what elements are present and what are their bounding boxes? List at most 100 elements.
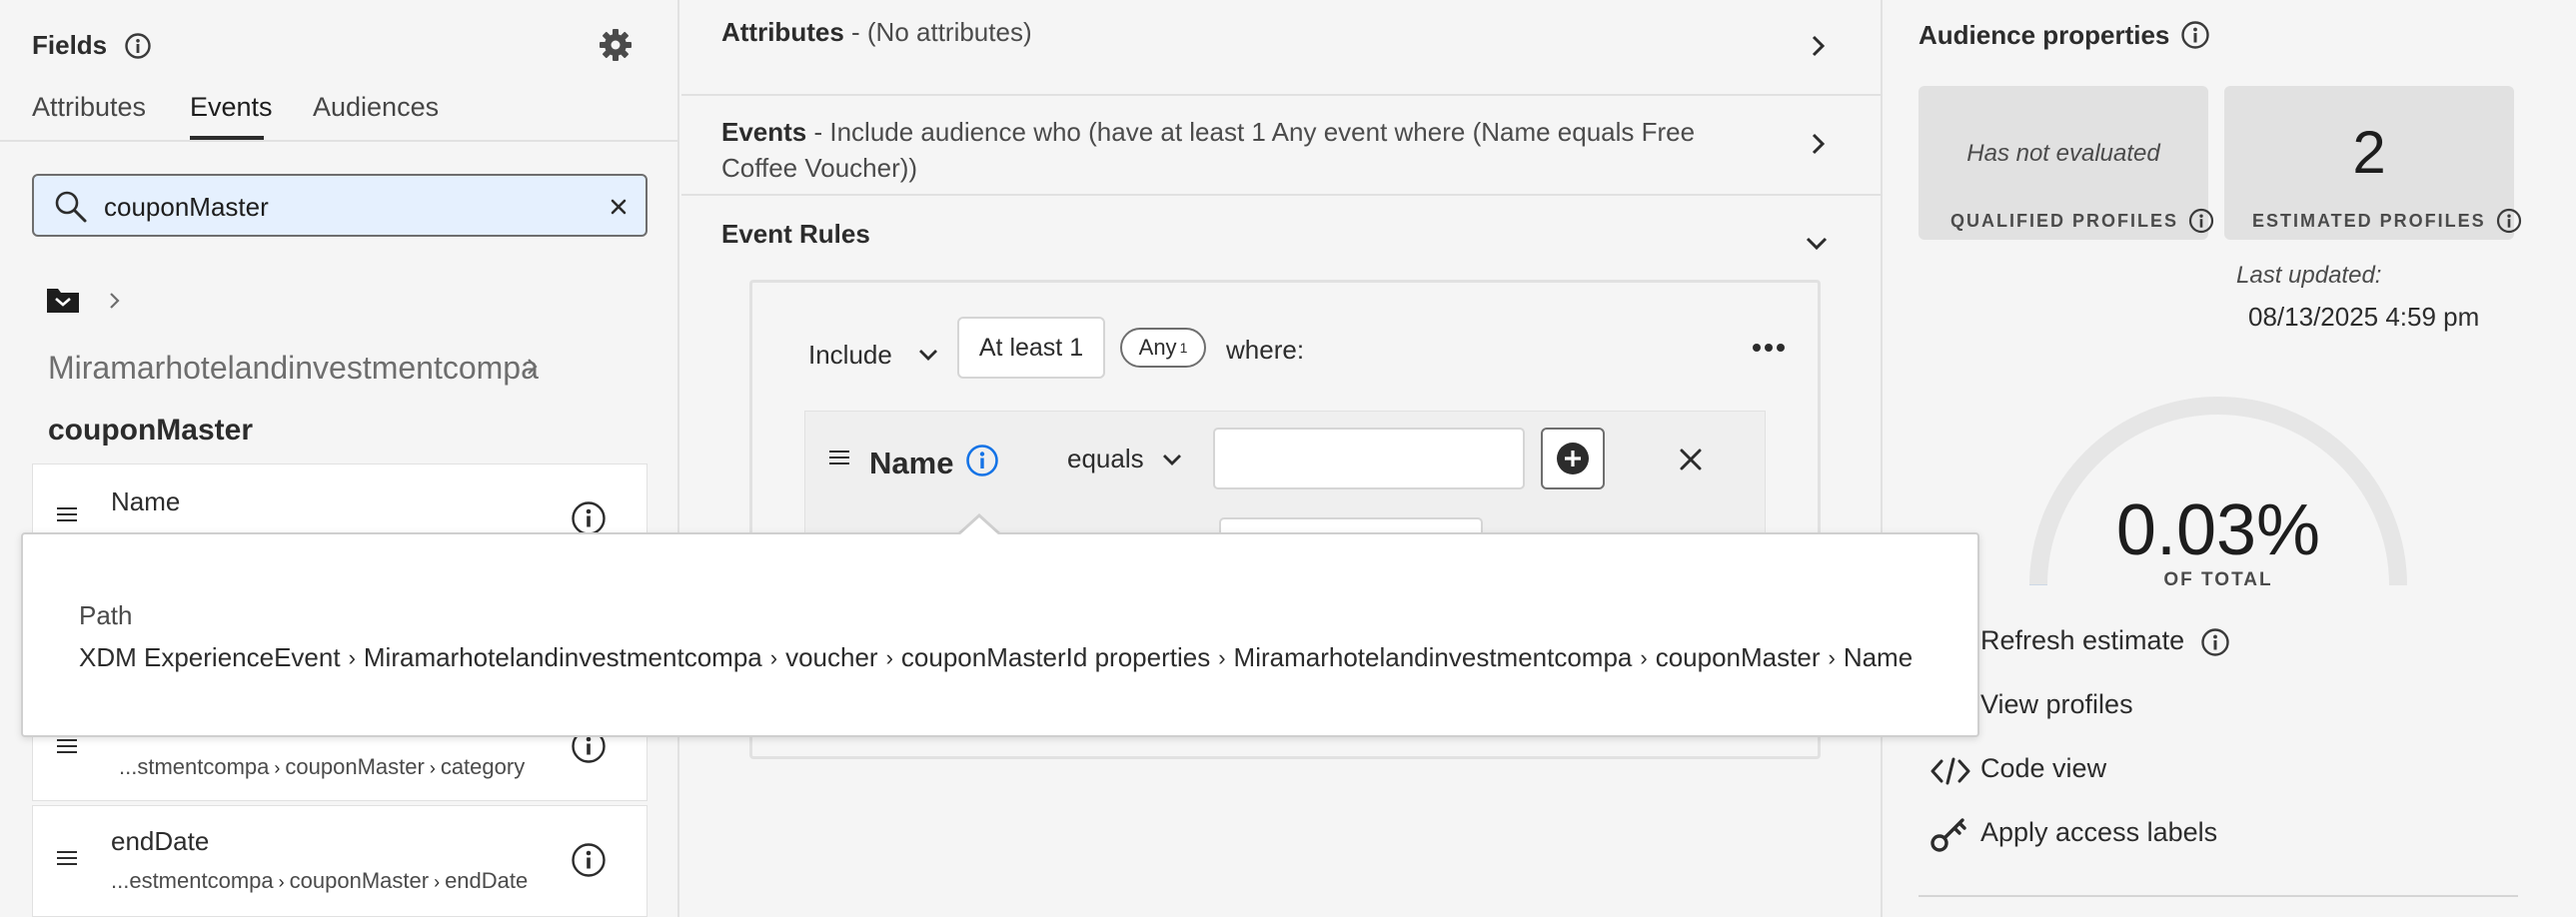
panel-title: Audience properties	[1919, 20, 2170, 50]
estimated-profiles-card: 2 ESTIMATED PROFILES	[2224, 86, 2521, 240]
list-item[interactable]: endDate ...estmentcompa › couponMaster › end…	[32, 805, 647, 917]
breadcrumb-item: voucher	[785, 642, 878, 672]
last-updated-label: Last updated:	[2236, 262, 2382, 289]
condition-field-name: Name	[869, 446, 954, 480]
count-button[interactable]: At least 1	[957, 317, 1105, 379]
tooltip-arrow-inner	[959, 517, 999, 535]
condition-value-input[interactable]	[1213, 428, 1525, 489]
active-tab-indicator	[190, 136, 264, 140]
action-label: Apply access labels	[1980, 817, 2218, 847]
action-label: View profiles	[1980, 689, 2133, 719]
info-icon[interactable]	[571, 842, 607, 878]
where-label: where:	[1226, 335, 1305, 365]
more-options-icon[interactable]	[1752, 343, 1786, 353]
tab-events[interactable]: Events	[190, 92, 273, 123]
chevron-right-icon: ›	[769, 644, 778, 670]
code-view-link[interactable]: Code view	[1885, 749, 2484, 793]
last-updated-value: 08/13/2025 4:59 pm	[2248, 302, 2480, 332]
events-summary: Events - Include audience who (have at l…	[721, 117, 1696, 183]
plus-circle-icon	[1556, 442, 1590, 475]
chevron-right-icon	[526, 358, 540, 376]
info-icon[interactable]	[965, 444, 999, 477]
chevron-down-icon	[1162, 453, 1182, 466]
include-label: Include	[808, 339, 892, 370]
chevron-right-icon	[108, 292, 122, 310]
add-value-button[interactable]	[1541, 428, 1605, 489]
tab-attributes[interactable]: Attributes	[32, 92, 146, 123]
gauge-percent: 0.03%	[2115, 490, 2321, 570]
field-name: endDate	[111, 826, 210, 856]
chevron-right-icon: ›	[1218, 644, 1226, 670]
chevron-right-icon: ›	[348, 644, 356, 670]
chevron-down-icon	[918, 348, 938, 362]
breadcrumb-item: Miramarhotelandinvestmentcompa	[363, 642, 762, 672]
gear-icon[interactable]	[598, 27, 634, 63]
chevron-right-icon[interactable]	[1811, 34, 1827, 58]
breadcrumb-item: Miramarhotelandinvestmentcompa	[1233, 642, 1633, 672]
operator-dropdown[interactable]: equals	[1067, 444, 1182, 474]
field-name: Name	[111, 486, 181, 516]
drag-handle-icon[interactable]	[57, 506, 77, 522]
operator-label: equals	[1067, 444, 1144, 473]
path-tooltip: Path XDM ExperienceEvent › Miramarhotela…	[21, 532, 1979, 737]
tabs-divider	[0, 140, 679, 142]
qualified-label: QUALIFIED PROFILES	[1950, 210, 2179, 231]
gauge-sub-label: OF TOTAL	[2163, 569, 2273, 590]
include-dropdown[interactable]: Include	[808, 335, 938, 375]
drag-handle-icon[interactable]	[57, 738, 77, 754]
attributes-summary: Attributes - (No attributes)	[721, 17, 1032, 47]
folder-icon[interactable]	[46, 286, 80, 314]
chevron-right-icon: ›	[1828, 644, 1836, 670]
fields-title: Fields	[32, 30, 108, 60]
info-icon[interactable]	[2188, 208, 2214, 234]
chevron-right-icon: ›	[1640, 644, 1648, 670]
field-path: ...estmentcompa › couponMaster › endDate	[111, 868, 529, 893]
chevron-down-icon[interactable]	[1805, 236, 1829, 252]
close-icon[interactable]	[1679, 448, 1703, 471]
search-field[interactable]: couponMaster	[32, 174, 647, 237]
action-label: Refresh estimate	[1980, 625, 2185, 655]
apply-access-labels-link[interactable]: Apply access labels	[1885, 813, 2484, 857]
drag-handle-icon[interactable]	[829, 450, 849, 465]
event-rules-title[interactable]: Event Rules	[721, 216, 870, 252]
chevron-right-icon: ›	[885, 644, 893, 670]
info-icon[interactable]	[124, 32, 152, 60]
list-item[interactable]: Name	[32, 463, 647, 537]
attributes-section[interactable]: Attributes - (No attributes)	[681, 0, 1883, 96]
info-icon[interactable]	[2496, 208, 2522, 234]
estimated-value: 2	[2352, 119, 2386, 186]
tooltip-label: Path	[79, 600, 133, 630]
any-event-badge[interactable]: Any 1	[1120, 328, 1206, 368]
action-label: Code view	[1980, 753, 2107, 783]
info-icon[interactable]	[2200, 627, 2230, 657]
clear-search-icon[interactable]	[610, 198, 628, 216]
info-icon[interactable]	[571, 500, 607, 536]
info-icon[interactable]	[2180, 20, 2210, 50]
audience-properties-panel: Audience properties Has not evaluated QU…	[1885, 0, 2576, 917]
drag-handle-icon[interactable]	[57, 850, 77, 866]
tooltip-breadcrumb: XDM ExperienceEvent › Miramarhotelandinv…	[79, 642, 1913, 673]
qualified-value: Has not evaluated	[1966, 140, 2160, 167]
breadcrumb-item: couponMasterId properties	[900, 642, 1211, 672]
estimated-label-row: ESTIMATED PROFILES	[2252, 208, 2522, 234]
search-input[interactable]: couponMaster	[104, 192, 269, 223]
breadcrumb-item: XDM ExperienceEvent	[79, 642, 341, 672]
estimated-label: ESTIMATED PROFILES	[2252, 210, 2486, 231]
key-icon	[1931, 817, 1968, 853]
tab-audiences[interactable]: Audiences	[313, 92, 439, 123]
breadcrumb-item: couponMaster	[1655, 642, 1821, 672]
search-icon	[54, 190, 88, 224]
events-section[interactable]: Events - Include audience who (have at l…	[681, 96, 1883, 196]
schema-title: couponMaster	[48, 414, 254, 447]
code-icon	[1931, 757, 1970, 785]
condition-row: Name equals	[804, 411, 1766, 557]
bottom-divider	[1919, 895, 2518, 897]
qualified-label-row: QUALIFIED PROFILES	[1950, 208, 2214, 234]
breadcrumb-item: Name	[1843, 642, 1914, 672]
chevron-right-icon[interactable]	[1811, 132, 1827, 156]
breadcrumb-segment[interactable]: Miramarhotelandinvestmentcompa	[48, 350, 539, 387]
field-path: ...stmentcompa › couponMaster › category	[119, 754, 526, 779]
qualified-profiles-card: Has not evaluated QUALIFIED PROFILES	[1919, 86, 2214, 240]
rule-builder-panel: Attributes - (No attributes) Events - In…	[681, 0, 1883, 917]
fields-panel: Fields Attributes Events Audiences coupo…	[0, 0, 679, 917]
